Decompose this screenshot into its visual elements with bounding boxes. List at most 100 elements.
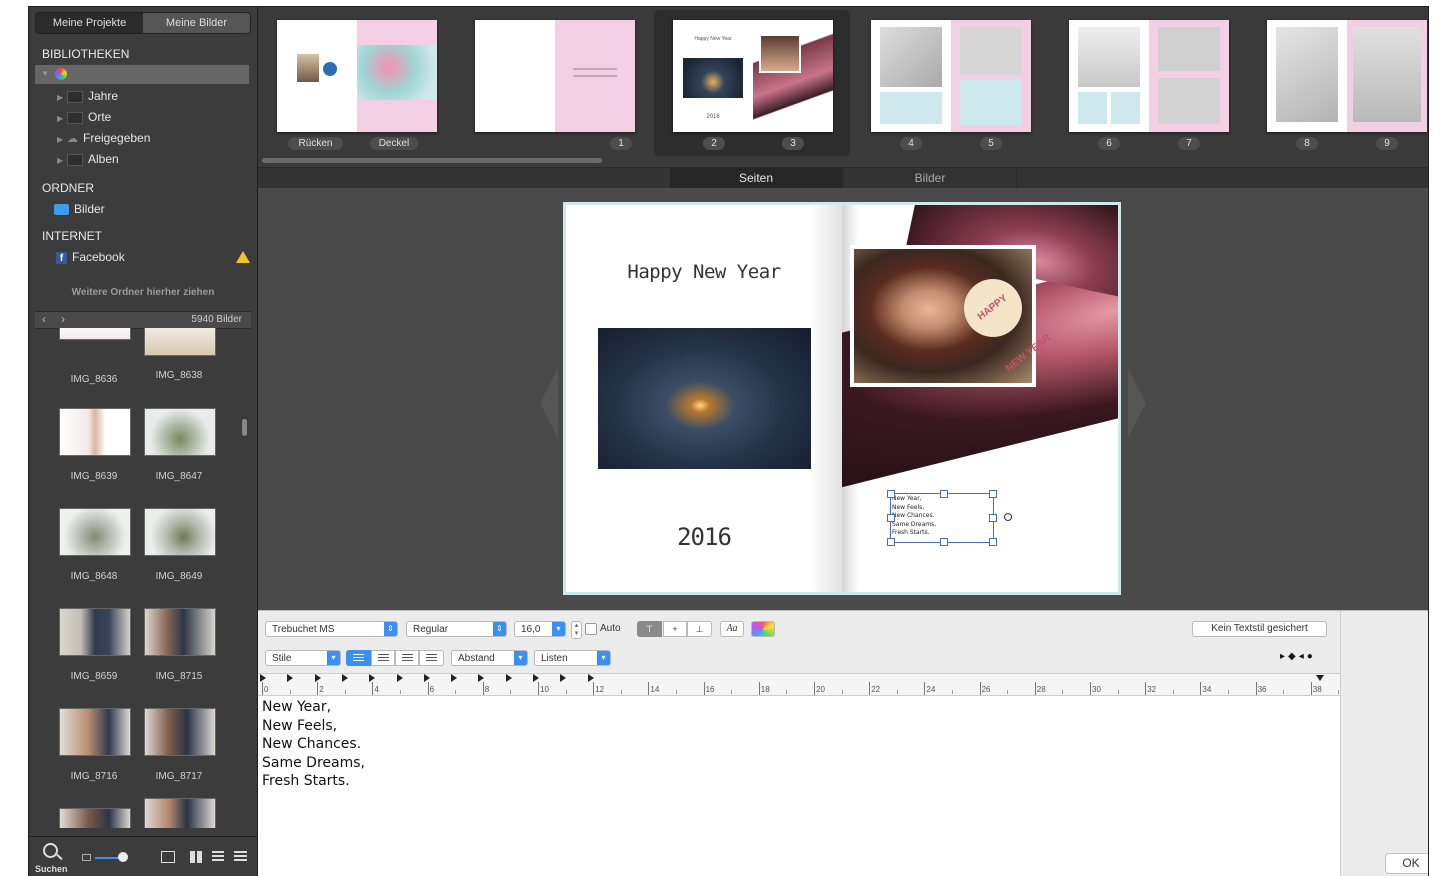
page-pill-deckel[interactable]: Deckel (370, 137, 418, 150)
tab-stop-marker[interactable] (260, 674, 266, 682)
page-pill-7[interactable]: 7 (1178, 137, 1200, 150)
left-page[interactable]: Happy New Year 2016 (566, 205, 842, 592)
folder-item-bilder[interactable]: Bilder (54, 202, 105, 216)
right-page[interactable]: HAPPY NEW YEAR New Year, New Feels, New Ch… (842, 205, 1118, 592)
search-icon[interactable] (43, 843, 58, 858)
tab-bilder[interactable]: Bilder (843, 168, 1017, 188)
tab-meine-projekte[interactable]: Meine Projekte (36, 13, 143, 33)
resize-handle[interactable] (940, 490, 948, 498)
tab-stop-marker[interactable] (478, 674, 485, 682)
previous-page-arrow-icon[interactable] (540, 368, 558, 438)
align-top-icon[interactable]: ⊤ (637, 621, 662, 637)
page-pill-2[interactable]: 2 (703, 137, 725, 150)
justify-icon[interactable] (419, 650, 444, 666)
resize-handle[interactable] (887, 490, 895, 498)
fonts-panel-button[interactable]: Aa (720, 621, 744, 637)
page-pill-4[interactable]: 4 (900, 137, 922, 150)
styles-select[interactable]: Stile ▾ (265, 650, 341, 666)
image-thumbnail-partial[interactable] (144, 328, 216, 356)
align-middle-icon[interactable]: + (663, 621, 687, 637)
tab-stop-marker[interactable] (533, 674, 539, 682)
right-margin-marker[interactable] (1316, 675, 1324, 681)
grid-view-icon[interactable] (190, 851, 202, 863)
tab-stop-marker[interactable] (341, 674, 348, 682)
scrollbar-thumb[interactable] (242, 419, 247, 436)
disclosure-icon[interactable]: ▶ (57, 93, 67, 102)
tree-item-jahre[interactable]: ▶ Jahre (29, 89, 257, 110)
align-right-icon[interactable] (395, 650, 419, 666)
tab-stop-marker[interactable] (396, 674, 403, 682)
text-content-area[interactable]: New Year, New Feels, New Chances. Same D… (258, 695, 1340, 876)
resize-handle[interactable] (887, 514, 895, 522)
tree-item-alben[interactable]: ▶ Alben (29, 152, 257, 173)
resize-handle[interactable] (940, 538, 948, 546)
page-pill-8[interactable]: 8 (1296, 137, 1318, 150)
color-picker-icon[interactable] (751, 621, 775, 637)
font-size-stepper[interactable]: ▴ ▾ (571, 621, 582, 639)
image-thumbnail[interactable] (144, 508, 216, 556)
disclosure-open-icon[interactable]: ▼ (41, 69, 49, 78)
spacing-select[interactable]: Abstand ▾ (451, 650, 528, 666)
strip-scrollbar[interactable] (262, 158, 602, 163)
tab-stop-marker[interactable] (560, 674, 567, 682)
page-year[interactable]: 2016 (566, 523, 842, 551)
page-title[interactable]: Happy New Year (566, 261, 842, 283)
tab-seiten[interactable]: Seiten (670, 168, 842, 188)
back-arrow-icon[interactable]: ‹ (42, 312, 46, 326)
detail-list-view-icon[interactable] (234, 851, 247, 863)
text-content[interactable]: New Year, New Feels, New Chances. Same D… (258, 696, 1340, 791)
tree-item-freigegeben[interactable]: ▶ ☁ Freigegeben (29, 131, 257, 152)
image-thumbnail[interactable] (144, 608, 216, 656)
spread-4-5[interactable] (871, 20, 1031, 132)
page-pill-5[interactable]: 5 (980, 137, 1002, 150)
tab-stop-marker[interactable] (587, 674, 594, 682)
text-box-selected[interactable]: New Year, New Feels, New Chances. Same Drea… (890, 493, 994, 543)
spread-1[interactable] (475, 20, 635, 132)
lists-select[interactable]: Listen ▾ (534, 650, 611, 666)
image-thumbnail[interactable] (59, 408, 131, 456)
font-family-select[interactable]: Trebuchet MS ⇕ (265, 621, 398, 637)
font-style-select[interactable]: Regular ⇕ (406, 621, 507, 637)
ruler[interactable]: 0 2 4 6 8 10 12 14 16 18 20 22 24 26 28 30 32 34 36 38 (258, 673, 1340, 696)
page-pill-6[interactable]: 6 (1098, 137, 1120, 150)
tab-stop-marker[interactable] (369, 674, 376, 682)
tab-stop-marker[interactable] (451, 674, 458, 682)
image-thumbnail[interactable] (59, 608, 131, 656)
disclosure-icon[interactable]: ▶ (57, 156, 67, 165)
font-size-input[interactable]: 16,0 ▾ (514, 621, 566, 637)
tab-stop-marker[interactable] (287, 674, 294, 682)
align-bottom-icon[interactable]: ⊥ (687, 621, 712, 637)
resize-handle[interactable] (887, 538, 895, 546)
list-view-icon[interactable] (212, 851, 224, 863)
resize-handle[interactable] (989, 514, 997, 522)
page-pill-3[interactable]: 3 (782, 137, 804, 150)
rotate-handle[interactable] (1004, 513, 1012, 521)
internet-item-facebook[interactable]: f Facebook (56, 250, 125, 264)
page-pill-9[interactable]: 9 (1376, 137, 1398, 150)
page-pill-1[interactable]: 1 (610, 137, 632, 150)
tab-stop-types-icon[interactable]: ▸◆◂● (1280, 651, 1316, 662)
next-page-arrow-icon[interactable] (1128, 368, 1146, 438)
disclosure-icon[interactable]: ▶ (57, 114, 67, 123)
image-thumbnail[interactable] (144, 408, 216, 456)
tab-stop-marker[interactable] (423, 674, 430, 682)
spread-8-9[interactable] (1267, 20, 1427, 132)
library-photos-row[interactable]: ▼ (35, 65, 249, 84)
tab-stop-marker[interactable] (314, 674, 321, 682)
warning-icon[interactable] (236, 251, 250, 263)
sparkler-photo[interactable] (598, 328, 811, 469)
align-left-icon[interactable] (346, 650, 371, 666)
image-thumbnail-partial[interactable] (59, 328, 131, 340)
image-thumbnail[interactable] (59, 708, 131, 756)
auto-checkbox[interactable] (585, 623, 597, 635)
spread-6-7[interactable] (1069, 20, 1229, 132)
disclosure-icon[interactable]: ▶ (57, 135, 67, 144)
spread-cover[interactable] (277, 20, 437, 132)
tree-item-orte[interactable]: ▶ Orte (29, 110, 257, 131)
ok-button[interactable]: OK (1385, 853, 1428, 874)
zoom-slider-knob[interactable] (118, 852, 128, 862)
image-thumbnail[interactable] (144, 708, 216, 756)
align-center-icon[interactable] (371, 650, 395, 666)
portrait-photo[interactable]: HAPPY NEW YEAR (854, 249, 1053, 383)
tab-meine-bilder[interactable]: Meine Bilder (143, 13, 250, 33)
